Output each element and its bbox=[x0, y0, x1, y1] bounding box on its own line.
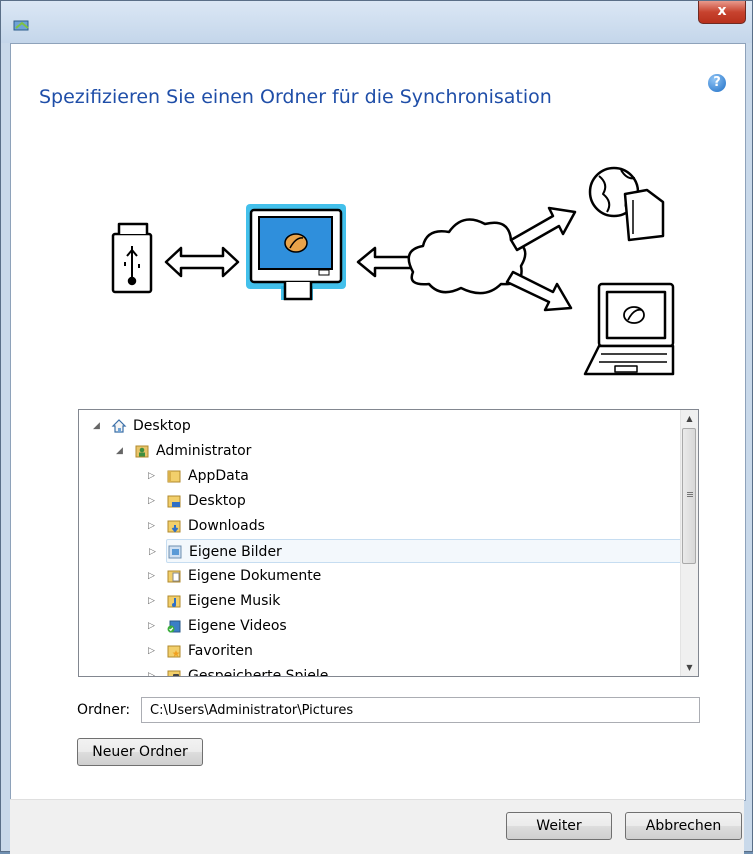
tree-item-label: Gespeicherte Spiele bbox=[188, 668, 329, 677]
tree-item-label: Eigene Videos bbox=[188, 618, 287, 634]
new-folder-button[interactable]: Neuer Ordner bbox=[77, 738, 203, 766]
downloads-folder-icon bbox=[166, 518, 182, 534]
grip-icon bbox=[687, 492, 693, 493]
tree-item[interactable]: ▷ Favoriten bbox=[79, 639, 679, 663]
videos-folder-icon bbox=[166, 618, 182, 634]
tree-item-label: Desktop bbox=[188, 493, 246, 509]
tree-item-label: Desktop bbox=[133, 418, 191, 434]
double-arrow-icon bbox=[164, 246, 240, 278]
tree-expander-icon[interactable]: ▷ bbox=[148, 464, 158, 488]
arrow-down-right-icon bbox=[505, 270, 573, 312]
tree-expander-icon[interactable]: ▷ bbox=[148, 489, 158, 513]
folder-tree[interactable]: ◢ Desktop ◢ Administrator ▷ AppData ▷ Desktop ▷ D… bbox=[78, 409, 699, 677]
pictures-folder-icon bbox=[167, 544, 183, 560]
tree-item[interactable]: ◢ Desktop bbox=[79, 414, 679, 438]
next-button[interactable]: Weiter bbox=[506, 812, 612, 840]
tree-expander-icon[interactable]: ◢ bbox=[93, 414, 103, 438]
folder-icon bbox=[166, 468, 182, 484]
title-bar[interactable]: x bbox=[1, 1, 752, 43]
tree-expander-icon[interactable]: ▷ bbox=[148, 564, 158, 588]
scroll-down-arrow-icon[interactable]: ▼ bbox=[681, 659, 698, 676]
cancel-button[interactable]: Abbrechen bbox=[625, 812, 742, 840]
tree-expander-icon[interactable]: ▷ bbox=[149, 540, 159, 564]
sync-illustration bbox=[111, 166, 675, 376]
tree-item[interactable]: ▷ AppData bbox=[79, 464, 679, 488]
tree-item-label: Eigene Musik bbox=[188, 593, 281, 609]
music-folder-icon bbox=[166, 593, 182, 609]
home-icon bbox=[111, 418, 127, 434]
tree-item-label: AppData bbox=[188, 468, 249, 484]
computer-monitor-icon bbox=[246, 204, 346, 301]
close-button[interactable]: x bbox=[698, 1, 746, 24]
scroll-thumb[interactable] bbox=[682, 428, 696, 564]
tree-expander-icon[interactable]: ▷ bbox=[148, 589, 158, 613]
tree-item[interactable]: ▷ Gespeicherte Spiele bbox=[79, 664, 679, 677]
arrow-up-right-icon bbox=[509, 206, 577, 252]
app-icon bbox=[13, 20, 29, 31]
globe-document-icon bbox=[588, 166, 665, 242]
vertical-scrollbar[interactable]: ▲ ▼ bbox=[680, 410, 698, 676]
tree-item-label: Administrator bbox=[156, 443, 252, 459]
tree-expander-icon[interactable]: ▷ bbox=[148, 639, 158, 663]
tree-expander-icon[interactable]: ▷ bbox=[148, 664, 158, 676]
tree-item[interactable]: ▷ Eigene Bilder bbox=[149, 539, 686, 563]
scroll-up-arrow-icon[interactable]: ▲ bbox=[681, 410, 698, 427]
user-folder-icon bbox=[134, 443, 150, 459]
tree-expander-icon[interactable]: ▷ bbox=[148, 514, 158, 538]
dialog-content: ? Spezifizieren Sie einen Ordner für die… bbox=[10, 43, 746, 801]
dialog-footer: Weiter Abbrechen bbox=[10, 799, 744, 854]
desktop-folder-icon bbox=[166, 493, 182, 509]
tree-item[interactable]: ▷ Eigene Dokumente bbox=[79, 564, 679, 588]
tree-item[interactable]: ▷ Desktop bbox=[79, 489, 679, 513]
laptop-icon bbox=[583, 282, 675, 376]
tree-item[interactable]: ▷ Downloads bbox=[79, 514, 679, 538]
saved-games-folder-icon bbox=[166, 668, 182, 676]
tree-item-label: Favoriten bbox=[188, 643, 253, 659]
folder-path-input[interactable] bbox=[141, 697, 700, 723]
folder-path-label: Ordner: bbox=[77, 702, 131, 718]
usb-stick-icon bbox=[111, 222, 153, 294]
tree-item[interactable]: ▷ Eigene Videos bbox=[79, 614, 679, 638]
page-title: Spezifizieren Sie einen Ordner für die S… bbox=[39, 86, 552, 108]
left-arrow-icon bbox=[356, 246, 415, 278]
dialog-window: x ? Spezifizieren Sie einen Ordner für d… bbox=[0, 0, 753, 854]
tree-item-label: Downloads bbox=[188, 518, 265, 534]
help-icon[interactable]: ? bbox=[708, 74, 726, 92]
tree-item-label: Eigene Bilder bbox=[189, 544, 282, 560]
tree-item-label: Eigene Dokumente bbox=[188, 568, 322, 584]
tree-expander-icon[interactable]: ◢ bbox=[116, 439, 126, 463]
tree-item[interactable]: ◢ Administrator bbox=[79, 439, 679, 463]
tree-expander-icon[interactable]: ▷ bbox=[148, 614, 158, 638]
documents-folder-icon bbox=[166, 568, 182, 584]
favorites-folder-icon bbox=[166, 643, 182, 659]
tree-item[interactable]: ▷ Eigene Musik bbox=[79, 589, 679, 613]
